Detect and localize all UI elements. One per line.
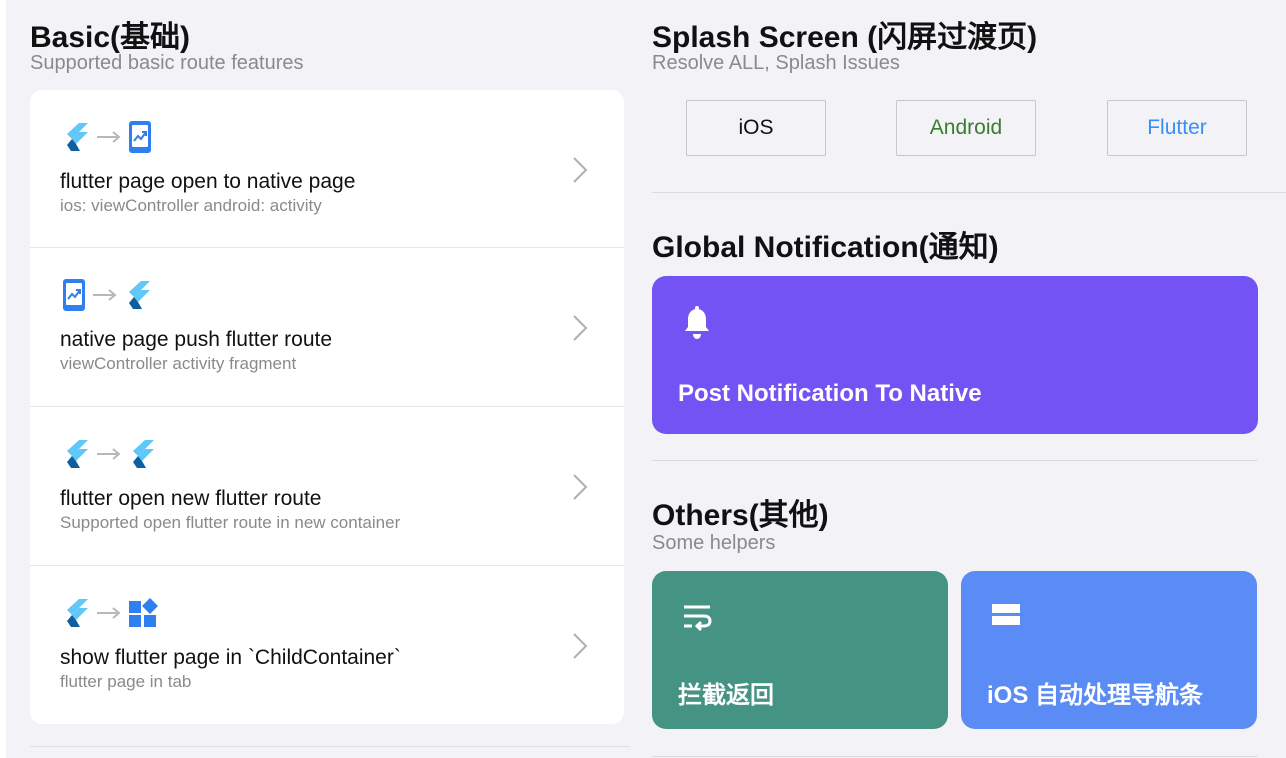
intercept-back-tile[interactable]: 拦截返回 bbox=[652, 571, 948, 729]
post-notification-label: Post Notification To Native bbox=[678, 380, 982, 407]
section-divider bbox=[30, 746, 630, 747]
native-phone-icon bbox=[63, 279, 85, 311]
arrow-right-icon bbox=[97, 131, 121, 143]
post-notification-card[interactable]: Post Notification To Native bbox=[652, 276, 1258, 434]
flutter-logo-icon bbox=[129, 281, 150, 309]
others-subtitle: Some helpers bbox=[652, 532, 776, 554]
chevron-right-icon bbox=[573, 157, 588, 183]
arrow-right-icon bbox=[97, 607, 121, 619]
route-icons bbox=[62, 437, 156, 471]
route-subtitle: ios: viewController android: activity bbox=[60, 196, 322, 215]
section-divider bbox=[652, 756, 1258, 757]
ios-auto-navbar-tile[interactable]: iOS 自动处理导航条 bbox=[961, 571, 1257, 729]
route-row-native-to-flutter[interactable]: native page push flutter route viewContr… bbox=[30, 248, 624, 406]
splash-subtitle: Resolve ALL, Splash Issues bbox=[652, 52, 900, 74]
bell-icon bbox=[685, 306, 709, 339]
native-phone-icon bbox=[129, 121, 151, 153]
intercept-back-label: 拦截返回 bbox=[678, 682, 774, 709]
right-column: Splash Screen (闪屏过渡页) Resolve ALL, Splas… bbox=[652, 0, 1286, 758]
navbar-icon bbox=[992, 604, 1020, 625]
others-title: Others(其他) bbox=[652, 499, 829, 532]
flutter-logo-icon bbox=[67, 599, 88, 627]
route-icons bbox=[62, 120, 152, 154]
splash-title: Splash Screen (闪屏过渡页) bbox=[652, 21, 1038, 54]
section-divider bbox=[652, 192, 1286, 193]
route-subtitle: flutter page in tab bbox=[60, 672, 192, 691]
ios-auto-navbar-label: iOS 自动处理导航条 bbox=[987, 682, 1204, 709]
basic-title: Basic(基础) bbox=[30, 21, 191, 54]
route-icons bbox=[62, 278, 152, 312]
route-title: native page push flutter route bbox=[60, 328, 333, 351]
basic-routes-card: flutter page open to native page ios: vi… bbox=[30, 90, 624, 724]
flutter-splash-button[interactable]: Flutter bbox=[1107, 100, 1247, 156]
chevron-right-icon bbox=[573, 633, 588, 659]
android-splash-button[interactable]: Android bbox=[896, 100, 1036, 156]
chevron-right-icon bbox=[573, 315, 588, 341]
route-title: flutter page open to native page bbox=[60, 170, 356, 193]
widgets-icon bbox=[129, 598, 158, 627]
ios-splash-button[interactable]: iOS bbox=[686, 100, 826, 156]
arrow-right-icon bbox=[97, 448, 121, 460]
wrap-return-icon bbox=[684, 605, 712, 631]
basic-section: Basic(基础) Supported basic route features bbox=[6, 0, 630, 758]
flutter-logo-icon bbox=[67, 123, 88, 151]
route-row-flutter-to-native[interactable]: flutter page open to native page ios: vi… bbox=[30, 90, 624, 248]
flutter-logo-icon bbox=[133, 440, 154, 468]
basic-subtitle: Supported basic route features bbox=[30, 52, 304, 74]
flutter-logo-icon bbox=[67, 440, 88, 468]
arrow-right-icon bbox=[93, 289, 117, 301]
route-row-child-container[interactable]: show flutter page in `ChildContainer` fl… bbox=[30, 566, 624, 724]
section-divider bbox=[652, 460, 1258, 461]
route-title: show flutter page in `ChildContainer` bbox=[60, 646, 401, 669]
app-frame: Basic(基础) Supported basic route features bbox=[6, 0, 1286, 758]
route-title: flutter open new flutter route bbox=[60, 487, 322, 510]
route-subtitle: Supported open flutter route in new cont… bbox=[60, 513, 401, 532]
route-icons bbox=[62, 596, 158, 630]
route-row-flutter-to-flutter[interactable]: flutter open new flutter route Supported… bbox=[30, 407, 624, 565]
notification-title: Global Notification(通知) bbox=[652, 231, 999, 264]
route-subtitle: viewController activity fragment bbox=[60, 354, 297, 373]
chevron-right-icon bbox=[573, 474, 588, 500]
